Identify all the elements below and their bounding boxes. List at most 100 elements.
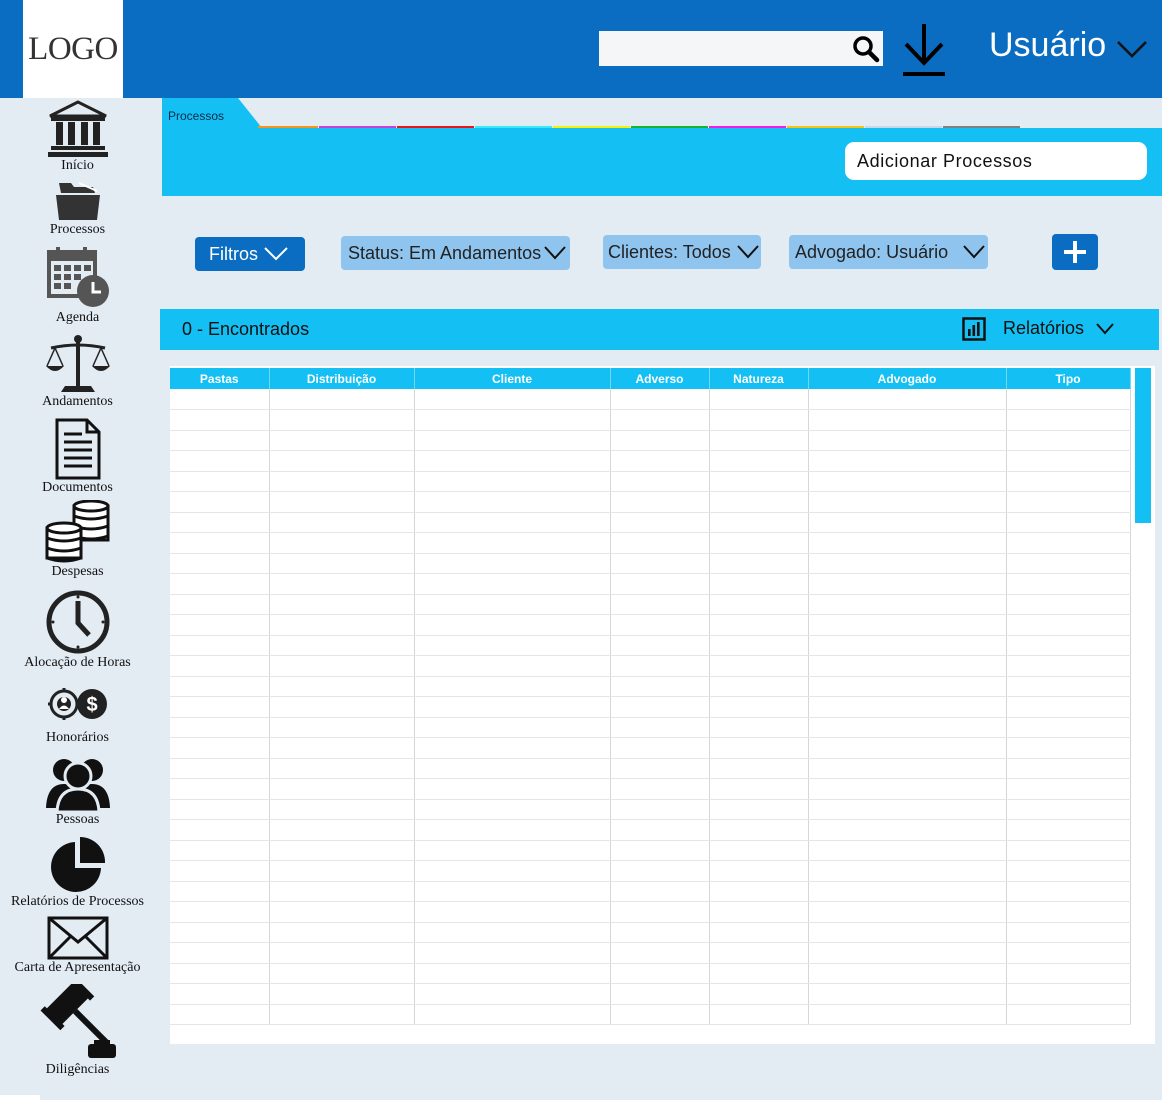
- table-cell[interactable]: [269, 840, 415, 861]
- table-cell[interactable]: [709, 635, 809, 656]
- table-row[interactable]: [170, 737, 1131, 759]
- table-cell[interactable]: [414, 635, 611, 656]
- table-cell[interactable]: [610, 635, 710, 656]
- table-cell[interactable]: [709, 450, 809, 472]
- table-cell[interactable]: [1006, 532, 1131, 554]
- table-cell[interactable]: [709, 758, 809, 779]
- table-row[interactable]: [170, 512, 1131, 533]
- table-cell[interactable]: [269, 717, 415, 738]
- table-cell[interactable]: [808, 840, 1007, 861]
- table-row[interactable]: [170, 696, 1131, 718]
- table-cell[interactable]: [610, 696, 710, 718]
- table-cell[interactable]: [610, 553, 710, 574]
- table-cell[interactable]: [170, 512, 270, 533]
- table-cell[interactable]: [709, 840, 809, 861]
- table-cell[interactable]: [414, 963, 611, 984]
- sidebar-item-inicio[interactable]: Início: [0, 100, 155, 174]
- table-cell[interactable]: [709, 1004, 809, 1025]
- table-cell[interactable]: [170, 881, 270, 902]
- table-cell[interactable]: [1006, 553, 1131, 574]
- table-cell[interactable]: [414, 819, 611, 841]
- table-cell[interactable]: [808, 799, 1007, 820]
- add-processos-button[interactable]: Adicionar Processos: [845, 142, 1147, 180]
- table-cell[interactable]: [610, 819, 710, 841]
- table-cell[interactable]: [610, 942, 710, 964]
- table-cell[interactable]: [610, 594, 710, 615]
- scrollbar-thumb[interactable]: [1135, 368, 1151, 523]
- table-cell[interactable]: [808, 696, 1007, 718]
- table-cell[interactable]: [610, 389, 710, 410]
- table-row[interactable]: [170, 963, 1131, 984]
- table-cell[interactable]: [414, 717, 611, 738]
- column-header-adverso[interactable]: Adverso: [610, 368, 710, 389]
- column-header-cliente[interactable]: Cliente: [414, 368, 611, 389]
- table-cell[interactable]: [414, 922, 611, 943]
- table-cell[interactable]: [808, 963, 1007, 984]
- column-header-pastas[interactable]: Pastas: [170, 368, 270, 389]
- column-header-distribuicao[interactable]: Distribuição: [269, 368, 415, 389]
- table-cell[interactable]: [709, 819, 809, 841]
- table-cell[interactable]: [1006, 758, 1131, 779]
- table-cell[interactable]: [269, 471, 415, 492]
- table-row[interactable]: [170, 860, 1131, 882]
- table-cell[interactable]: [414, 901, 611, 923]
- sidebar-item-honorarios[interactable]: $ Honorários: [0, 686, 155, 746]
- table-cell[interactable]: [170, 553, 270, 574]
- table-cell[interactable]: [1006, 696, 1131, 718]
- table-cell[interactable]: [808, 881, 1007, 902]
- table-cell[interactable]: [414, 860, 611, 882]
- table-cell[interactable]: [709, 778, 809, 800]
- table-cell[interactable]: [269, 655, 415, 677]
- table-cell[interactable]: [170, 840, 270, 861]
- table-cell[interactable]: [170, 860, 270, 882]
- table-cell[interactable]: [709, 717, 809, 738]
- table-cell[interactable]: [709, 983, 809, 1005]
- table-cell[interactable]: [808, 676, 1007, 697]
- table-cell[interactable]: [709, 430, 809, 451]
- table-cell[interactable]: [414, 676, 611, 697]
- table-cell[interactable]: [808, 655, 1007, 677]
- table-cell[interactable]: [170, 389, 270, 410]
- table-cell[interactable]: [610, 840, 710, 861]
- table-cell[interactable]: [709, 860, 809, 882]
- table-cell[interactable]: [610, 717, 710, 738]
- table-cell[interactable]: [610, 471, 710, 492]
- column-header-natureza[interactable]: Natureza: [709, 368, 809, 389]
- column-header-advogado[interactable]: Advogado: [808, 368, 1007, 389]
- table-cell[interactable]: [1006, 491, 1131, 513]
- table-cell[interactable]: [709, 553, 809, 574]
- table-cell[interactable]: [170, 1004, 270, 1025]
- table-row[interactable]: [170, 942, 1131, 964]
- table-cell[interactable]: [170, 573, 270, 595]
- table-cell[interactable]: [414, 389, 611, 410]
- table-cell[interactable]: [414, 594, 611, 615]
- table-cell[interactable]: [808, 512, 1007, 533]
- table-cell[interactable]: [610, 676, 710, 697]
- table-cell[interactable]: [610, 409, 710, 431]
- table-cell[interactable]: [1006, 676, 1131, 697]
- table-cell[interactable]: [610, 450, 710, 472]
- table-cell[interactable]: [610, 532, 710, 554]
- table-cell[interactable]: [1006, 450, 1131, 472]
- tab-processos[interactable]: Processos: [162, 98, 262, 128]
- bar-chart-icon[interactable]: [962, 317, 986, 341]
- table-cell[interactable]: [269, 881, 415, 902]
- table-cell[interactable]: [610, 860, 710, 882]
- table-cell[interactable]: [414, 471, 611, 492]
- table-cell[interactable]: [269, 860, 415, 882]
- table-cell[interactable]: [269, 635, 415, 656]
- table-cell[interactable]: [709, 594, 809, 615]
- clientes-dropdown[interactable]: Clientes: Todos: [603, 235, 761, 269]
- table-cell[interactable]: [610, 963, 710, 984]
- table-row[interactable]: [170, 758, 1131, 779]
- table-cell[interactable]: [709, 471, 809, 492]
- advogado-dropdown[interactable]: Advogado: Usuário: [789, 235, 988, 269]
- table-cell[interactable]: [1006, 860, 1131, 882]
- table-cell[interactable]: [808, 922, 1007, 943]
- table-cell[interactable]: [709, 696, 809, 718]
- table-row[interactable]: [170, 614, 1131, 636]
- table-cell[interactable]: [610, 758, 710, 779]
- table-cell[interactable]: [808, 532, 1007, 554]
- table-cell[interactable]: [709, 655, 809, 677]
- search-icon[interactable]: [851, 34, 881, 64]
